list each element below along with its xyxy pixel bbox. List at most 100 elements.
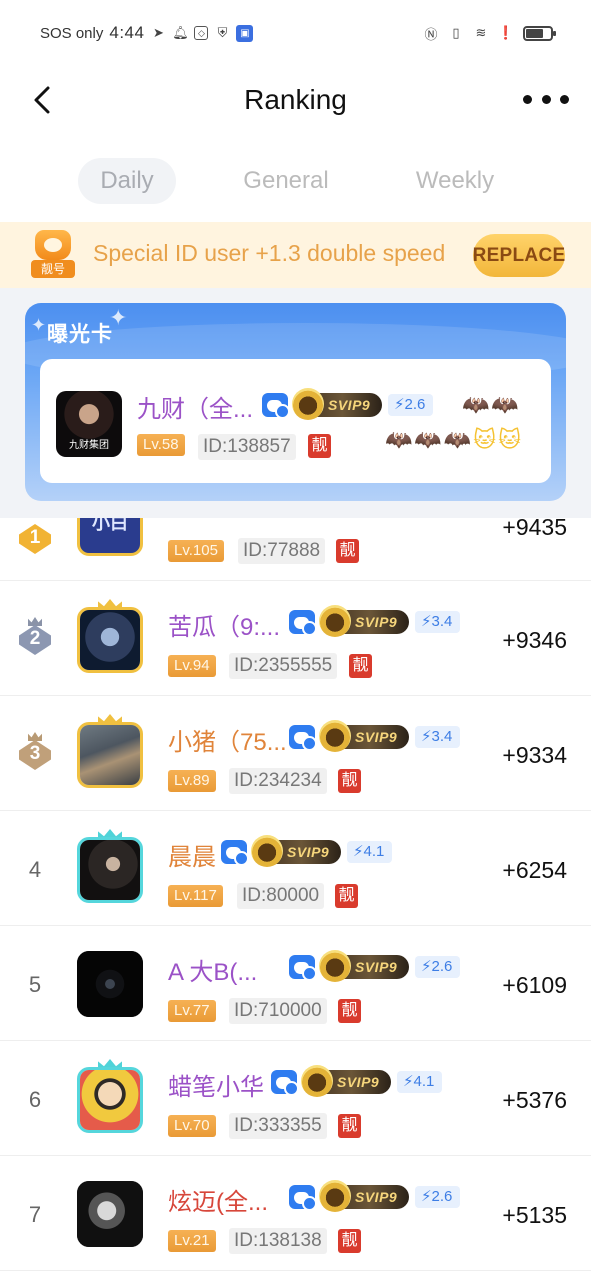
period-tabs: Daily General Weekly <box>0 158 591 204</box>
special-id-tag: 靓 <box>338 999 361 1023</box>
ranking-row[interactable]: 1 小白 Lv.105 ID:77888 靓 +9435 <box>0 518 591 581</box>
user-id: ID:333355 <box>229 1113 327 1139</box>
special-id-tag: 靓 <box>336 539 359 563</box>
app-notification-icon: ◇ <box>194 26 209 40</box>
user-name: 小猪（75... <box>168 729 287 756</box>
verified-cat-icon <box>289 1185 317 1211</box>
level-badge: Lv.70 <box>168 1115 216 1137</box>
avatar-caption: 九财集团 <box>69 440 109 451</box>
speed-badge: ⚡2.6 <box>415 956 461 978</box>
svip-badge: SVIP9 <box>251 835 341 867</box>
crown-icon <box>292 388 324 420</box>
avatar[interactable] <box>77 1181 143 1247</box>
user-id: ID:234234 <box>229 768 327 794</box>
rank-number: 5 <box>28 972 42 997</box>
user-badges: SVIP9 ⚡2.6 <box>262 388 434 420</box>
special-id-tag: 靓 <box>308 434 331 458</box>
avatar[interactable]: 九财集团 <box>56 391 122 457</box>
ranking-row[interactable]: 7 炫迈(全... SVIP9 ⚡2.6 Lv.21 ID:138138 靓 +… <box>0 1156 591 1271</box>
special-id-tag: 靓 <box>338 1229 361 1253</box>
sparkle-icon: ✦ <box>31 315 47 335</box>
more-dots-icon <box>523 94 532 104</box>
crown-icon <box>319 720 351 752</box>
avatar[interactable] <box>77 1067 143 1133</box>
special-id-badge-label: 靓号 <box>31 260 75 278</box>
lightning-icon: ⚡ <box>421 728 432 745</box>
user-id: ID:77888 <box>238 538 326 564</box>
level-badge: Lv.94 <box>168 655 216 677</box>
svip-badge: SVIP9 <box>292 388 382 420</box>
header-bar: Ranking <box>0 66 591 134</box>
ranking-score: +6254 <box>502 857 567 883</box>
avatar[interactable] <box>77 837 143 903</box>
tab-weekly[interactable]: Weekly <box>400 158 510 204</box>
ranking-score: +9334 <box>502 742 567 768</box>
speed-badge: ⚡4.1 <box>397 1071 443 1093</box>
lightning-icon: ⚡ <box>421 613 432 630</box>
level-badge: Lv.77 <box>168 1000 216 1022</box>
rank-number: 7 <box>28 1202 42 1227</box>
ranking-row[interactable]: 3 小猪（75... SVIP9 ⚡3.4 Lv.89 ID:234234 靓 … <box>0 696 591 811</box>
back-button[interactable] <box>22 80 62 120</box>
user-badges: SVIP9 ⚡4.1 <box>271 1065 443 1097</box>
speed-badge: ⚡4.1 <box>347 841 393 863</box>
chevron-left-icon <box>34 86 50 114</box>
user-id: ID:710000 <box>229 998 327 1024</box>
crown-icon <box>319 950 351 982</box>
level-badge: Lv.58 <box>137 434 185 456</box>
bat-cat-decoration-icons: 🦇🦇🦇🐱🐱 <box>385 427 524 452</box>
bat-decoration-icons: 🦇🦇 <box>462 392 521 417</box>
level-badge: Lv.117 <box>168 885 223 907</box>
promo-text: Special ID user +1.3 double speed <box>93 240 446 266</box>
page-title: Ranking <box>244 84 347 115</box>
user-name: 晨晨 <box>168 844 216 871</box>
svip-badge: SVIP9 <box>319 605 409 637</box>
speed-badge: ⚡2.6 <box>415 1186 461 1208</box>
avatar[interactable]: 小白 <box>77 518 143 556</box>
lightning-icon: ⚡ <box>353 843 364 860</box>
crown-icon <box>251 835 283 867</box>
exposure-user-card[interactable]: 九财集团 九财（全... SVIP9 ⚡2.6 Lv.58 ID:138857 … <box>40 359 551 483</box>
level-badge: Lv.89 <box>168 770 216 792</box>
ranking-score: +5135 <box>502 1202 567 1228</box>
tab-general[interactable]: General <box>229 158 343 204</box>
avatar[interactable] <box>77 607 143 673</box>
avatar[interactable] <box>77 951 143 1017</box>
user-id: ID:138138 <box>229 1228 327 1254</box>
user-name: 蜡笔小华 <box>168 1074 264 1101</box>
lightning-icon: ⚡ <box>403 1073 414 1090</box>
more-button[interactable] <box>523 84 569 114</box>
user-name: A 大B(... <box>168 959 258 986</box>
replace-button[interactable]: REPLACE <box>473 234 565 277</box>
user-badges: SVIP9 ⚡3.4 <box>289 605 461 637</box>
level-badge: Lv.105 <box>168 540 224 562</box>
avatar[interactable] <box>77 722 143 788</box>
ranking-row[interactable]: 6 蜡笔小华 SVIP9 ⚡4.1 Lv.70 ID:333355 靓 +537… <box>0 1041 591 1156</box>
svip-badge: SVIP9 <box>319 950 409 982</box>
user-badges: SVIP9 ⚡3.4 <box>289 720 461 752</box>
silver-medal-icon: 2 <box>16 617 54 661</box>
user-name: 苦瓜（9:... <box>168 614 281 641</box>
nfc-icon: Ⓝ <box>424 26 438 42</box>
ranking-row[interactable]: 2 苦瓜（9:... SVIP9 ⚡3.4 Lv.94 ID:2355555 靓… <box>0 581 591 696</box>
special-id-tag: 靓 <box>338 1114 361 1138</box>
ranking-row[interactable]: 4 晨晨 SVIP9 ⚡4.1 Lv.117 ID:80000 靓 +6254 <box>0 811 591 926</box>
special-id-tag: 靓 <box>338 769 361 793</box>
special-id-promo: 靓号 Special ID user +1.3 double speed REP… <box>0 222 591 288</box>
ranking-score: +6109 <box>502 972 567 998</box>
status-bar: SOS only 4:44 ➤ 🔔︎ ◇ ⛨ ▣ Ⓝ ▯ ≋ ❗ <box>0 0 591 66</box>
level-badge: Lv.21 <box>168 1230 216 1252</box>
rank-number: 6 <box>28 1087 42 1112</box>
verified-cat-icon <box>289 725 317 751</box>
tab-daily[interactable]: Daily <box>78 158 176 204</box>
user-badges: SVIP9 ⚡4.1 <box>221 835 393 867</box>
exposure-card: ✦ ✦ 曝光卡 九财集团 九财（全... SVIP9 ⚡2.6 Lv.58 ID… <box>25 303 566 501</box>
app-badge-icon: ▣ <box>236 24 254 42</box>
special-id-tag: 靓 <box>349 654 372 678</box>
shield-icon: ⛨ <box>217 25 228 40</box>
user-badges: SVIP9 ⚡2.6 <box>289 1180 461 1212</box>
user-id: ID:80000 <box>237 883 325 909</box>
special-id-tag: 靓 <box>335 884 358 908</box>
ranking-row[interactable]: 5 A 大B(... SVIP9 ⚡2.6 Lv.77 ID:710000 靓 … <box>0 926 591 1041</box>
svip-badge: SVIP9 <box>301 1065 391 1097</box>
